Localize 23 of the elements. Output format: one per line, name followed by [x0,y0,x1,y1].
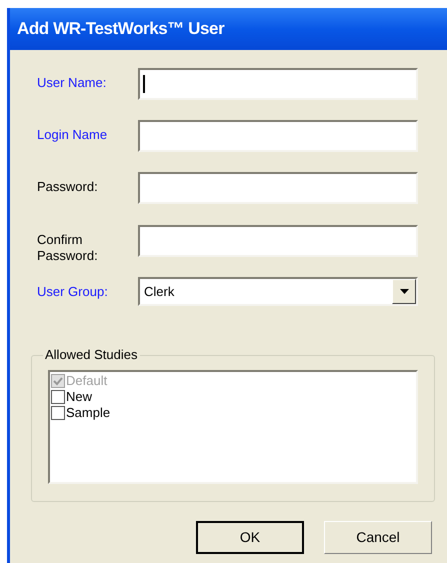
cancel-button[interactable]: Cancel [324,521,432,554]
field-label: Confirm Password: [37,231,99,264]
field-label: Password: [37,178,99,195]
study-label: Default [66,373,108,389]
study-label: Sample [66,405,110,421]
text-field[interactable] [138,120,418,152]
text-field[interactable] [138,68,418,100]
study-item[interactable]: Sample [51,405,416,421]
field-label: Login Name [37,126,108,143]
ok-button[interactable]: OK [196,521,304,554]
window-title: Add WR-TestWorks™ User [17,18,224,40]
field-label: User Name: [37,74,108,91]
field-label: User Group: [37,283,109,300]
study-item[interactable]: New [51,389,416,405]
study-label: New [66,389,92,405]
text-field[interactable] [138,172,418,204]
caret-icon [400,289,408,294]
dropdown-arrow-button[interactable] [392,279,416,304]
dropdown-value: Clerk [143,282,174,301]
checkbox[interactable] [51,406,65,420]
checkbox[interactable] [51,390,65,404]
text-field[interactable] [138,225,418,257]
user-group-dropdown[interactable]: Clerk [138,277,418,306]
